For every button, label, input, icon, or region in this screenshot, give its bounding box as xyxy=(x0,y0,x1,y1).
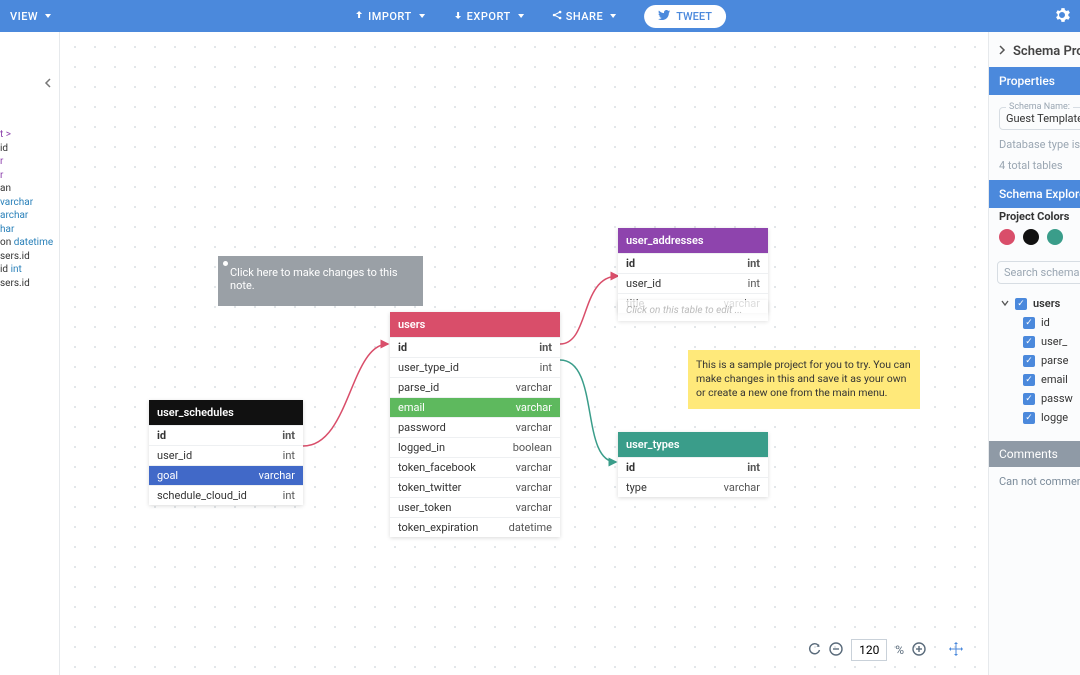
checkbox-icon[interactable]: ✓ xyxy=(1015,298,1027,310)
tree-field[interactable]: ✓ email xyxy=(995,370,1080,389)
twitter-icon xyxy=(658,10,670,23)
table-row[interactable]: goalvarchar xyxy=(149,465,303,485)
zoom-in-icon[interactable] xyxy=(912,642,926,659)
table-row[interactable]: passwordvarchar xyxy=(390,417,560,437)
table-row[interactable]: token_twittervarchar xyxy=(390,477,560,497)
tree-field-label: email xyxy=(1041,373,1068,386)
table-row[interactable]: token_expirationdatetime xyxy=(390,517,560,537)
table-user-types[interactable]: user_types idinttypevarchar xyxy=(618,432,768,497)
zoom-unit: % xyxy=(895,643,904,657)
table-header: user_addresses xyxy=(618,228,768,253)
color-swatch[interactable] xyxy=(1023,229,1039,245)
table-row[interactable]: schedule_cloud_idint xyxy=(149,485,303,505)
tree-field-label: parse xyxy=(1041,354,1068,367)
color-swatch[interactable] xyxy=(999,229,1015,245)
table-header: user_schedules xyxy=(149,400,303,425)
tree-field-label: user_ xyxy=(1041,335,1067,348)
zoom-controls: % xyxy=(807,639,964,661)
tree-field[interactable]: ✓ logge xyxy=(995,408,1080,427)
tree-field[interactable]: ✓ user_ xyxy=(995,332,1080,351)
table-row[interactable]: typevarchar xyxy=(618,477,768,497)
zoom-out-icon[interactable] xyxy=(829,642,843,659)
sticky-note-yellow[interactable]: This is a sample project for you to try.… xyxy=(688,350,920,409)
total-tables-text: 4 total tables xyxy=(999,159,1080,172)
checkbox-icon[interactable]: ✓ xyxy=(1023,355,1035,367)
table-row[interactable]: idint xyxy=(618,457,768,477)
import-menu[interactable]: IMPORT xyxy=(354,10,425,23)
top-toolbar: VIEW IMPORT EXPORT SHARE TWEET xyxy=(0,0,1080,32)
table-user-schedules[interactable]: user_schedules idintuser_idintgoalvarcha… xyxy=(149,400,303,505)
search-schema-input[interactable]: Search schema xyxy=(997,261,1080,284)
tree-field[interactable]: ✓ id xyxy=(995,313,1080,332)
db-type-text: Database type is xyxy=(999,138,1080,151)
share-menu[interactable]: SHARE xyxy=(552,10,617,23)
collapse-left-icon[interactable] xyxy=(43,78,53,93)
schema-canvas[interactable]: Click here to make changes to this note.… xyxy=(60,32,988,675)
checkbox-icon[interactable]: ✓ xyxy=(1023,393,1035,405)
tree-field[interactable]: ✓ passw xyxy=(995,389,1080,408)
tree-field-label: passw xyxy=(1041,392,1073,405)
table-row[interactable]: user_tokenvarchar xyxy=(390,497,560,517)
table-ghost-hint[interactable]: Click on this table to edit ... xyxy=(618,300,768,321)
tweet-button[interactable]: TWEET xyxy=(644,5,726,28)
table-row[interactable]: emailvarchar xyxy=(390,397,560,417)
refresh-icon[interactable] xyxy=(807,642,821,659)
tree-field[interactable]: ✓ parse xyxy=(995,351,1080,370)
table-row[interactable]: idint xyxy=(390,337,560,357)
chevron-right-icon[interactable] xyxy=(997,44,1007,59)
table-row[interactable]: idint xyxy=(149,425,303,445)
table-row[interactable]: token_facebookvarchar xyxy=(390,457,560,477)
table-header: users xyxy=(390,312,560,337)
checkbox-icon[interactable]: ✓ xyxy=(1023,336,1035,348)
right-panel: Schema Prop Properties Schema Name: Gues… xyxy=(988,32,1080,675)
zoom-input[interactable] xyxy=(851,639,887,661)
table-row[interactable]: user_type_idint xyxy=(390,357,560,377)
table-row[interactable]: user_idint xyxy=(149,445,303,465)
tree-item-label[interactable]: users xyxy=(1033,297,1060,310)
table-row[interactable]: user_idint xyxy=(618,273,768,293)
view-menu[interactable]: VIEW xyxy=(10,10,51,23)
project-colors-label: Project Colors xyxy=(989,208,1080,227)
ghost-hint-text: Click on this table to edit ... xyxy=(618,300,768,321)
properties-tab[interactable]: Properties xyxy=(989,67,1080,95)
color-swatch[interactable] xyxy=(1047,229,1063,245)
upload-icon xyxy=(354,10,364,23)
schema-explorer-tab[interactable]: Schema Explorer xyxy=(989,180,1080,208)
share-icon xyxy=(552,10,562,23)
schema-name-field[interactable]: Schema Name: Guest Template xyxy=(999,107,1080,130)
gear-icon[interactable] xyxy=(1054,7,1070,26)
chevron-down-icon[interactable] xyxy=(1001,297,1009,310)
import-label: IMPORT xyxy=(368,10,412,23)
comments-tab[interactable]: Comments xyxy=(989,441,1080,467)
table-users[interactable]: users idintuser_type_idintparse_idvarcha… xyxy=(390,312,560,537)
move-icon[interactable] xyxy=(948,641,964,660)
tweet-label: TWEET xyxy=(676,10,712,23)
panel-title: Schema Prop xyxy=(1013,44,1080,59)
table-row[interactable]: idint xyxy=(618,253,768,273)
export-label: EXPORT xyxy=(467,10,511,23)
tree-field-label: id xyxy=(1041,316,1050,329)
comments-empty-text: Can not commen xyxy=(989,467,1080,496)
code-panel: t >idrranvarchararcharharon datetimesers… xyxy=(0,32,60,675)
export-menu[interactable]: EXPORT xyxy=(453,10,524,23)
note-grey-text: Click here to make changes to this note. xyxy=(230,266,398,292)
checkbox-icon[interactable]: ✓ xyxy=(1023,412,1035,424)
download-icon xyxy=(453,10,463,23)
table-row[interactable]: parse_idvarchar xyxy=(390,377,560,397)
share-label: SHARE xyxy=(566,10,604,23)
sticky-note-grey[interactable]: Click here to make changes to this note. xyxy=(218,256,423,306)
schema-name-value: Guest Template xyxy=(1006,112,1080,125)
table-header: user_types xyxy=(618,432,768,457)
tree-field-label: logge xyxy=(1041,411,1068,424)
checkbox-icon[interactable]: ✓ xyxy=(1023,374,1035,386)
table-row[interactable]: logged_inboolean xyxy=(390,437,560,457)
checkbox-icon[interactable]: ✓ xyxy=(1023,317,1035,329)
note-yellow-text: This is a sample project for you to try.… xyxy=(696,358,911,399)
schema-name-label: Schema Name: xyxy=(1006,102,1073,112)
